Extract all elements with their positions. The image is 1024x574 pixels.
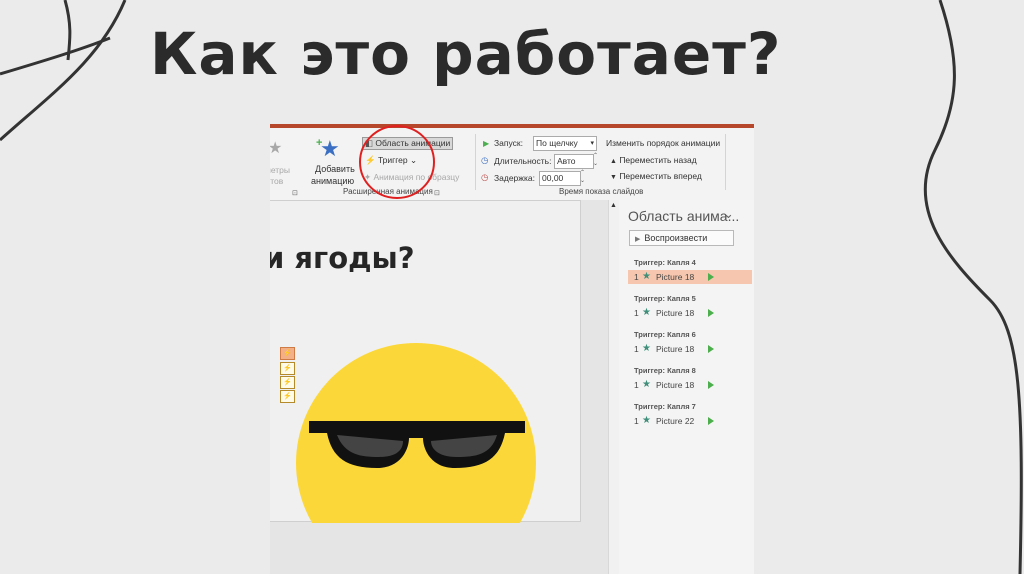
slide-scrollbar[interactable]: ▲ bbox=[608, 200, 619, 574]
add-animation-star-icon[interactable]: ★ bbox=[320, 136, 340, 162]
delay-spinner-icon[interactable]: ⌃ ⌄ bbox=[580, 169, 585, 185]
timing-group-label: Время показа слайдов bbox=[559, 187, 644, 196]
add-animation-label-1[interactable]: Добавить bbox=[315, 164, 355, 174]
duration-spinner-icon[interactable]: ⌃ ⌄ bbox=[593, 152, 598, 168]
effect-options-star-icon[interactable]: ★ bbox=[270, 138, 282, 158]
animation-pane: Область анима... ⌄ ▶ Воспроизвести Тригге… bbox=[619, 200, 754, 574]
reorder-title: Изменить порядок анимации bbox=[606, 138, 721, 148]
animation-list-item[interactable]: 1 ★ Picture 18 bbox=[628, 306, 752, 320]
animation-list-item[interactable]: 1 ★ Picture 22 bbox=[628, 414, 752, 428]
play-icon: ▶ bbox=[635, 236, 641, 243]
animation-pane-icon: ◧ bbox=[365, 138, 376, 148]
move-earlier-button[interactable]: ▲ Переместить назад bbox=[610, 155, 697, 165]
trigger-tag-icon[interactable]: ⚡ bbox=[280, 362, 295, 375]
animation-pane-button[interactable]: ◧ Область анимации bbox=[362, 137, 454, 150]
group-launcher-icon[interactable]: ⊡ bbox=[434, 189, 440, 197]
star-effect-icon: ★ bbox=[642, 415, 651, 426]
animations-ribbon: ★ метры стов ⊡ ★ + Добавить анимацию ◧ О… bbox=[270, 124, 754, 201]
chevron-down-icon: ⌄ bbox=[410, 155, 418, 165]
advanced-animation-group-label: Расширенная анимация bbox=[343, 187, 433, 196]
clock-icon: ◷ bbox=[481, 155, 489, 165]
delay-clock-icon: ◷ bbox=[481, 172, 489, 182]
plus-icon: + bbox=[316, 137, 323, 149]
star-effect-icon: ★ bbox=[642, 307, 651, 318]
trigger-group-header: Триггер: Капля 8 bbox=[634, 366, 696, 375]
painter-icon: ✦ bbox=[364, 172, 372, 182]
trigger-group-header: Триггер: Капля 4 bbox=[634, 258, 696, 267]
star-effect-icon: ★ bbox=[642, 379, 651, 390]
effect-params-label-2: стов bbox=[270, 176, 284, 186]
slide-heading: и ягоды? bbox=[270, 241, 415, 275]
dialog-launcher-icon[interactable]: ⊡ bbox=[292, 189, 298, 197]
page-title: Как это работает? bbox=[150, 20, 782, 88]
sunglasses-smiley-image[interactable] bbox=[295, 343, 545, 523]
star-effect-icon: ★ bbox=[642, 271, 651, 282]
trigger-tag-icon[interactable]: ⚡ bbox=[280, 390, 295, 403]
play-triangle-icon bbox=[708, 381, 714, 389]
group-divider bbox=[725, 134, 726, 190]
trigger-tag-icon[interactable]: ⚡ bbox=[280, 376, 295, 389]
animation-list-item[interactable]: 1 ★ Picture 18 bbox=[628, 270, 752, 284]
add-animation-label-2[interactable]: анимацию bbox=[311, 176, 354, 186]
duration-field[interactable]: Авто bbox=[554, 154, 594, 169]
trigger-tag-icon[interactable]: ⚡ bbox=[280, 347, 295, 360]
move-later-button[interactable]: ▼ Переместить вперед bbox=[610, 171, 702, 181]
trigger-button[interactable]: ⚡ Триггер ⌄ bbox=[365, 155, 417, 166]
star-effect-icon: ★ bbox=[642, 343, 651, 354]
triangle-up-icon: ▲ bbox=[610, 158, 617, 165]
dropdown-arrow-icon: ▾ bbox=[590, 140, 594, 147]
start-select[interactable]: По щелчку ▾ bbox=[533, 136, 597, 151]
delay-field[interactable]: 00,00 bbox=[539, 171, 581, 186]
play-button[interactable]: ▶ Воспроизвести bbox=[629, 230, 734, 246]
start-label: Запуск: bbox=[494, 138, 523, 148]
start-play-icon: ▶ bbox=[483, 139, 490, 148]
play-triangle-icon bbox=[708, 345, 714, 353]
slide-canvas[interactable]: и ягоды? ⚡ ⚡ ⚡ ⚡ bbox=[270, 200, 581, 523]
scroll-up-icon[interactable]: ▲ bbox=[610, 202, 617, 209]
animation-painter-button[interactable]: ✦ Анимация по образцу bbox=[364, 172, 459, 183]
animation-list-item[interactable]: 1 ★ Picture 18 bbox=[628, 342, 752, 356]
trigger-group-header: Триггер: Капля 6 bbox=[634, 330, 696, 339]
powerpoint-screenshot: ★ метры стов ⊡ ★ + Добавить анимацию ◧ О… bbox=[270, 124, 754, 574]
animation-list-item[interactable]: 1 ★ Picture 18 bbox=[628, 378, 752, 392]
group-divider bbox=[475, 134, 476, 190]
lightning-icon: ⚡ bbox=[365, 155, 376, 165]
play-triangle-icon bbox=[708, 273, 714, 281]
play-triangle-icon bbox=[708, 309, 714, 317]
duration-label: Длительность: bbox=[494, 156, 552, 166]
delay-label: Задержка: bbox=[494, 173, 535, 183]
triangle-down-icon: ▼ bbox=[610, 174, 617, 181]
trigger-group-header: Триггер: Капля 7 bbox=[634, 402, 696, 411]
play-triangle-icon bbox=[708, 417, 714, 425]
chevron-down-icon[interactable]: ⌄ bbox=[723, 206, 734, 222]
trigger-group-header: Триггер: Капля 5 bbox=[634, 294, 696, 303]
effect-params-label: метры bbox=[270, 165, 291, 175]
